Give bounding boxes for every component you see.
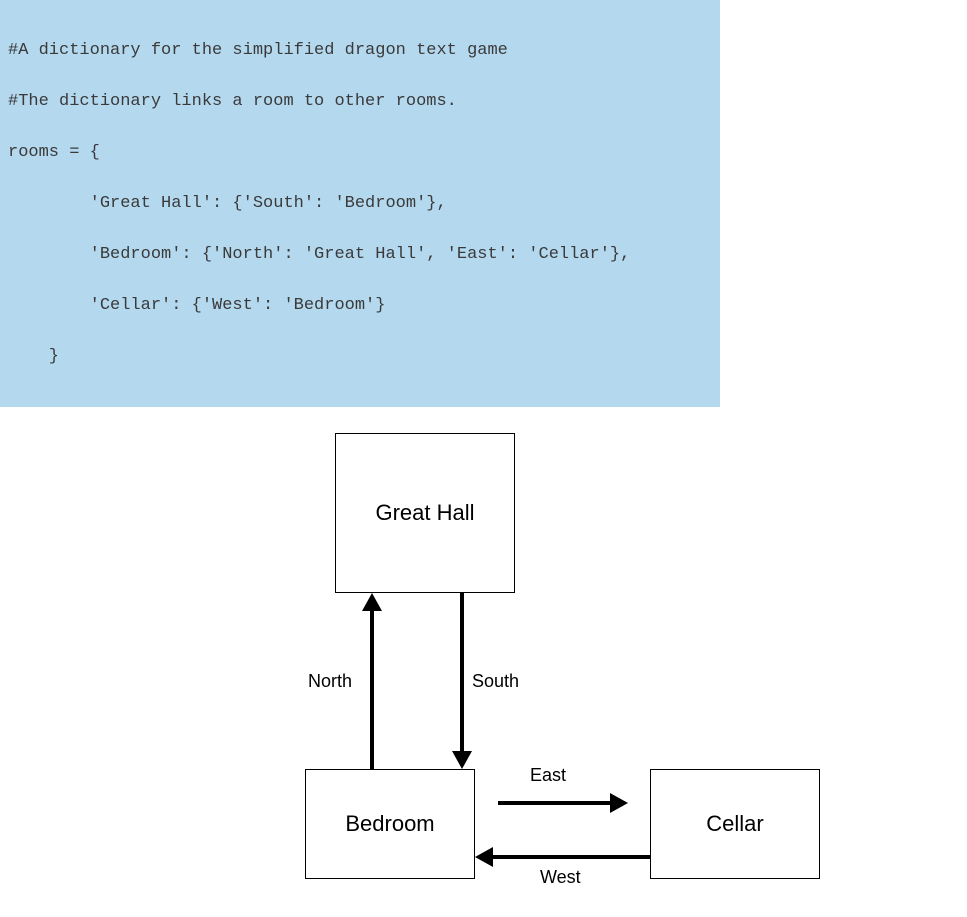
code-line: #A dictionary for the simplified dragon … [8, 38, 712, 64]
node-great-hall: Great Hall [335, 433, 515, 593]
node-label: Bedroom [345, 811, 434, 837]
code-line: 'Great Hall': {'South': 'Bedroom'}, [8, 191, 712, 217]
node-bedroom: Bedroom [305, 769, 475, 879]
label-west: West [540, 867, 581, 888]
code-line: 'Bedroom': {'North': 'Great Hall', 'East… [8, 242, 712, 268]
label-east: East [530, 765, 566, 786]
node-cellar: Cellar [650, 769, 820, 879]
node-label: Cellar [706, 811, 763, 837]
code-line: #The dictionary links a room to other ro… [8, 89, 712, 115]
arrow-north-icon [358, 593, 386, 769]
room-diagram: Great Hall Bedroom Cellar South North Ea… [0, 407, 967, 917]
arrow-east-icon [498, 789, 628, 817]
code-line: 'Cellar': {'West': 'Bedroom'} [8, 293, 712, 319]
node-label: Great Hall [375, 500, 474, 526]
code-line: rooms = { [8, 140, 712, 166]
code-block: #A dictionary for the simplified dragon … [0, 0, 720, 407]
label-north: North [308, 671, 352, 692]
label-south: South [472, 671, 519, 692]
code-line: } [8, 344, 712, 370]
